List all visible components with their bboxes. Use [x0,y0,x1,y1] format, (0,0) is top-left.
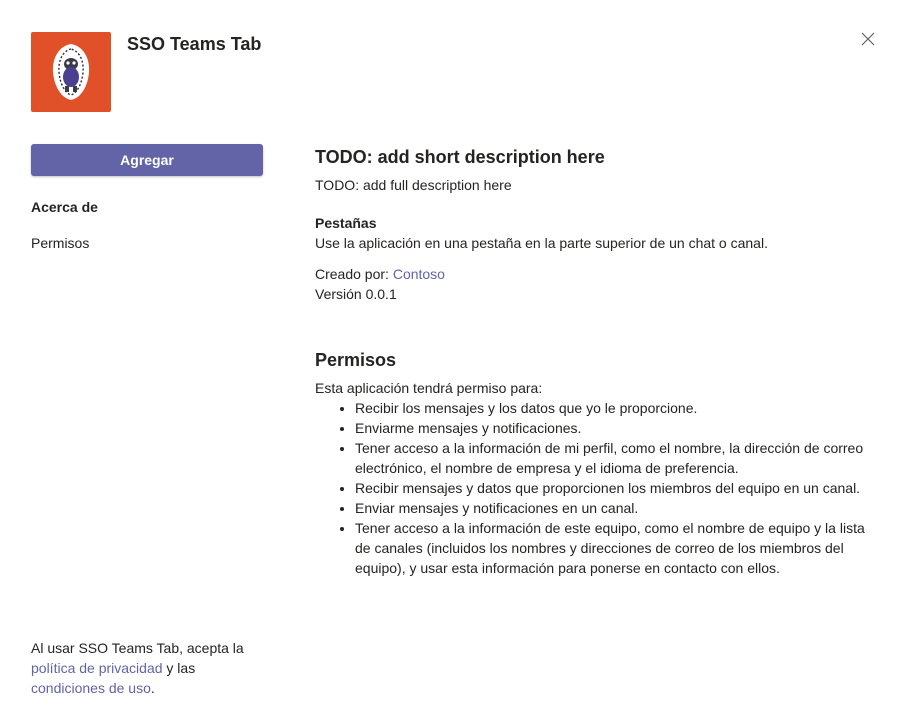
permission-item: Tener acceso a la información de este eq… [355,518,875,578]
add-button[interactable]: Agregar [31,144,263,176]
permissions-list: Recibir los mensajes y los datos que yo … [315,398,875,578]
footer-suffix: . [150,680,155,696]
nav-item-about[interactable]: Acerca de [31,199,98,215]
app-title: SSO Teams Tab [127,34,262,54]
permission-item: Enviarme mensajes y notificaciones. [355,418,875,438]
main-content: TODO: add short description here TODO: a… [315,146,875,578]
footer-prefix: Al usar SSO Teams Tab, acepta la [31,640,244,656]
developer-link[interactable]: Contoso [393,266,445,282]
version-text: Versión 0.0.1 [315,286,397,302]
footer-middle: y las [166,660,196,676]
created-by: Creado por: Contoso [315,264,875,284]
footer-consent: Al usar SSO Teams Tab, acepta la polític… [31,638,271,698]
nav-item-permissions[interactable]: Permisos [31,235,89,251]
app-logo-icon [31,32,111,112]
privacy-policy-link[interactable]: política de privacidad [31,660,163,676]
permission-item: Enviar mensajes y notificaciones en un c… [355,498,875,518]
close-button[interactable] [857,28,879,50]
tabs-heading: Pestañas [315,215,377,231]
permissions-intro: Esta aplicación tendrá permiso para: [315,380,543,396]
permission-item: Tener acceso a la información de mi perf… [355,438,875,478]
permission-item: Recibir mensajes y datos que proporcione… [355,478,875,498]
close-icon [861,32,875,46]
short-description: TODO: add short description here [315,147,605,167]
created-by-label: Creado por: [315,266,389,282]
permissions-heading: Permisos [315,350,397,370]
tabs-description: Use la aplicación en una pestaña en la p… [315,235,768,251]
full-description: TODO: add full description here [315,177,512,193]
terms-of-use-link[interactable]: condiciones de uso [31,680,151,696]
permission-item: Recibir los mensajes y los datos que yo … [355,398,875,418]
